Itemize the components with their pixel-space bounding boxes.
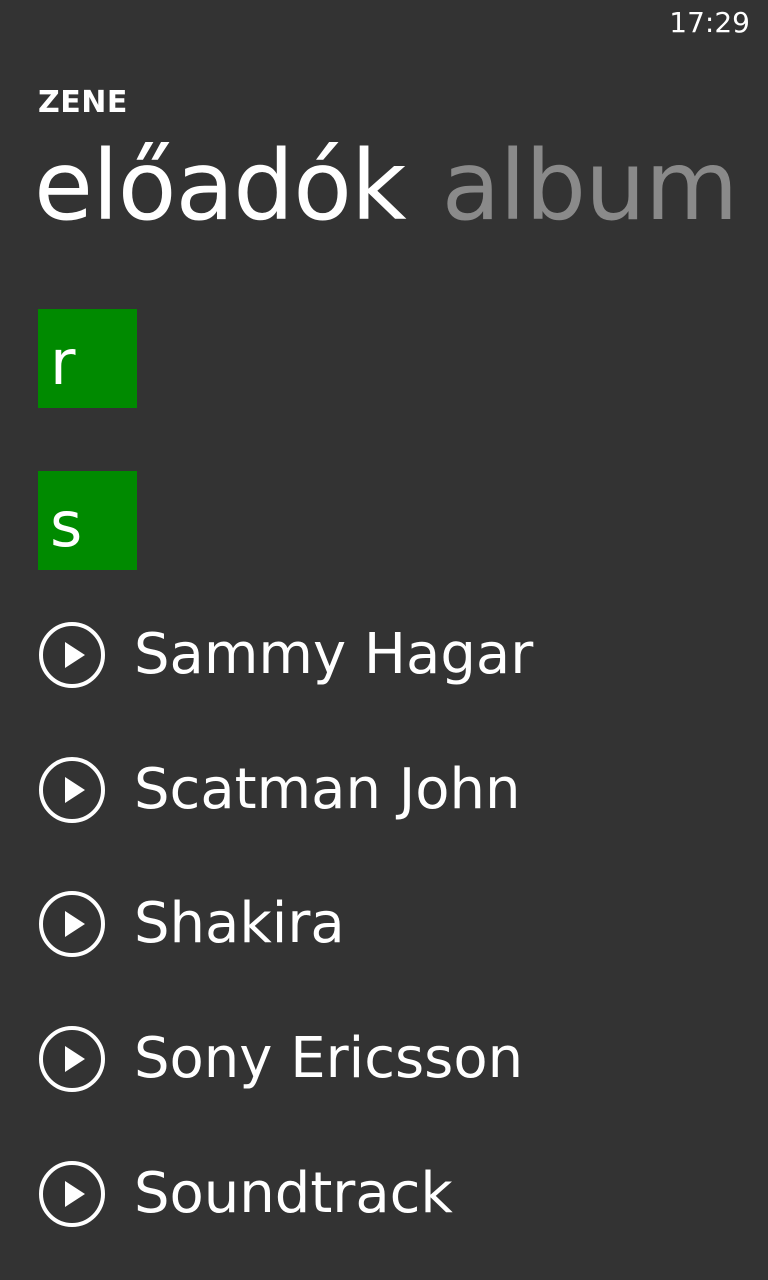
play-circle-icon[interactable] <box>38 1160 106 1228</box>
play-circle-icon[interactable] <box>38 621 106 689</box>
artist-name: Sony Ericsson <box>134 1026 524 1091</box>
jump-letter-tile-s[interactable]: s <box>38 471 137 570</box>
pivot-header: előadók album <box>34 138 738 234</box>
artist-item-soundtrack[interactable]: Soundtrack <box>38 1159 768 1229</box>
app-title: ZENE <box>38 85 128 120</box>
artist-name: Sammy Hagar <box>134 622 534 687</box>
artist-item-scatman-john[interactable]: Scatman John <box>38 755 768 825</box>
artist-name: Soundtrack <box>134 1161 453 1226</box>
jump-letter-label: s <box>50 488 83 561</box>
jump-letter-label: r <box>50 326 76 399</box>
pivot-tab-albums[interactable]: album <box>442 130 739 242</box>
status-bar-time: 17:29 <box>669 6 750 39</box>
jump-letter-tile-r[interactable]: r <box>38 309 137 408</box>
artist-name: Scatman John <box>134 757 521 822</box>
play-circle-icon[interactable] <box>38 1025 106 1093</box>
play-circle-icon[interactable] <box>38 890 106 958</box>
artist-item-sony-ericsson[interactable]: Sony Ericsson <box>38 1024 768 1094</box>
pivot-tab-artists[interactable]: előadók <box>34 130 407 242</box>
artist-item-shakira[interactable]: Shakira <box>38 889 768 959</box>
artist-item-sammy-hagar[interactable]: Sammy Hagar <box>38 620 768 690</box>
artist-name: Shakira <box>134 891 345 956</box>
play-circle-icon[interactable] <box>38 756 106 824</box>
